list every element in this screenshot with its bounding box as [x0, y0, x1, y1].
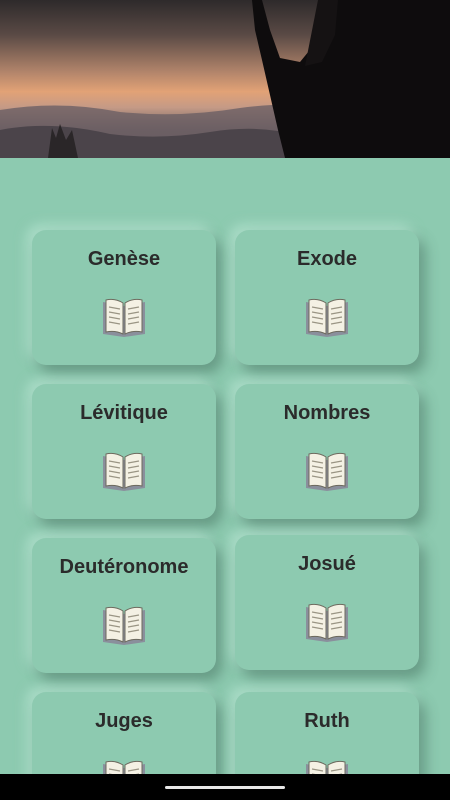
book-grid: Genèse Exode Lévitique Nombres Deutérono…	[0, 158, 450, 774]
book-card-exode[interactable]: Exode	[235, 230, 419, 365]
book-card-josue[interactable]: Josué	[235, 535, 419, 670]
open-book-icon	[103, 760, 145, 774]
book-card-levitique[interactable]: Lévitique	[32, 384, 216, 519]
book-title: Deutéronome	[59, 556, 189, 578]
book-card-nombres[interactable]: Nombres	[235, 384, 419, 519]
book-title: Lévitique	[80, 402, 168, 424]
book-title: Ruth	[304, 710, 350, 732]
open-book-icon	[306, 760, 348, 774]
open-book-icon	[103, 452, 145, 491]
praying-hands-sunset-image	[0, 0, 450, 158]
book-card-ruth[interactable]: Ruth	[235, 692, 419, 774]
book-card-deuteronome[interactable]: Deutéronome	[32, 538, 216, 673]
book-card-juges[interactable]: Juges	[32, 692, 216, 774]
open-book-icon	[306, 452, 348, 491]
book-title: Josué	[298, 553, 356, 575]
book-title: Nombres	[283, 402, 371, 424]
open-book-icon	[306, 298, 348, 337]
book-title: Juges	[95, 710, 153, 732]
book-card-genese[interactable]: Genèse	[32, 230, 216, 365]
open-book-icon	[306, 603, 348, 642]
home-gesture-handle[interactable]	[165, 786, 285, 789]
system-navigation-bar	[0, 774, 450, 800]
header-image	[0, 0, 450, 158]
open-book-icon	[103, 606, 145, 645]
book-title: Exode	[296, 248, 358, 270]
open-book-icon	[103, 298, 145, 337]
book-title: Genèse	[87, 248, 161, 270]
